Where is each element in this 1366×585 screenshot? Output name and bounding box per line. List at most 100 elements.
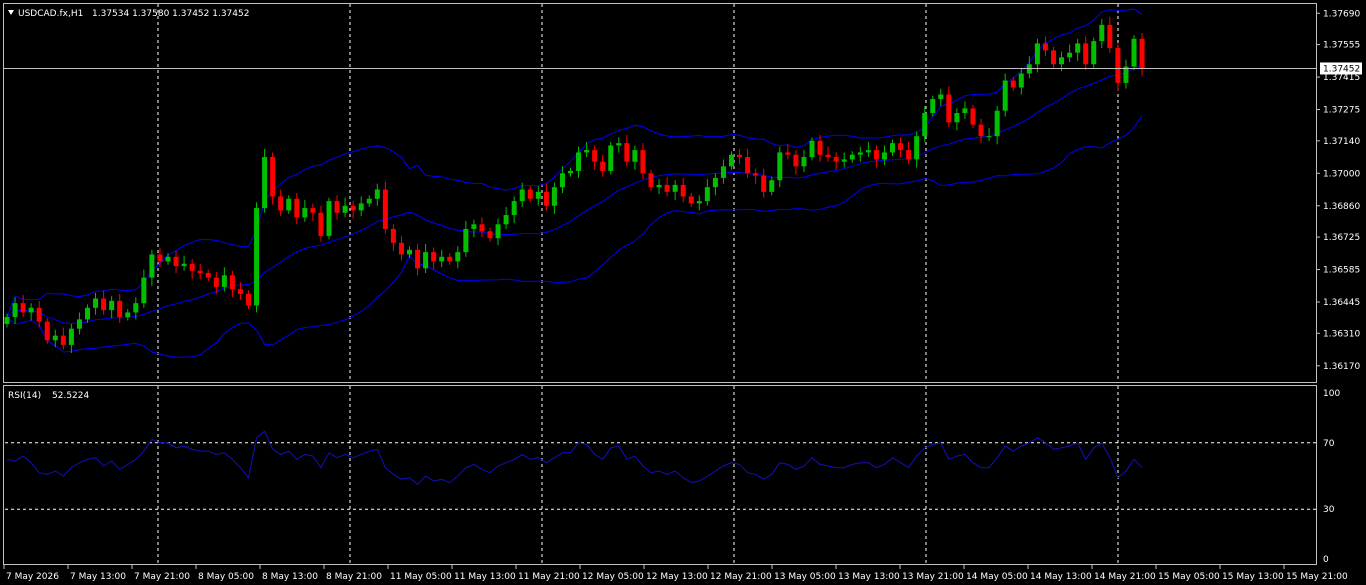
candle-body bbox=[431, 252, 437, 262]
candle-body bbox=[439, 256, 445, 262]
candle-body bbox=[334, 201, 340, 213]
candle-body bbox=[60, 335, 66, 345]
candle-body bbox=[511, 201, 517, 216]
candle-body bbox=[745, 157, 751, 174]
price-tick-label: 1.37000 bbox=[1323, 169, 1360, 179]
candle-body bbox=[407, 249, 412, 255]
candle-body bbox=[664, 184, 670, 192]
candle-body bbox=[559, 173, 565, 188]
time-tick-label: 15 May 13:00 bbox=[1222, 572, 1284, 582]
candle-body bbox=[922, 112, 928, 137]
candle-body bbox=[576, 152, 582, 171]
candle-body bbox=[688, 196, 694, 204]
candle-body bbox=[117, 300, 123, 318]
rsi-tick-label: 0 bbox=[1323, 555, 1329, 565]
candle-body bbox=[262, 157, 268, 209]
time-tick-label: 12 May 21:00 bbox=[710, 572, 772, 582]
candle-body bbox=[841, 159, 847, 162]
candle-body bbox=[898, 143, 904, 151]
candle-body bbox=[1139, 38, 1145, 69]
candle-body bbox=[592, 150, 598, 162]
candle-body bbox=[181, 263, 187, 267]
candle-body bbox=[648, 173, 654, 188]
time-tick-label: 14 May 13:00 bbox=[1030, 572, 1092, 582]
rsi-tick-label: 100 bbox=[1323, 389, 1340, 399]
candle-body bbox=[133, 303, 139, 313]
candle-body bbox=[1010, 80, 1016, 88]
candle-body bbox=[36, 307, 42, 322]
candle-body bbox=[165, 256, 171, 262]
candle-body bbox=[712, 177, 718, 188]
candle-body bbox=[286, 198, 292, 211]
candle-body bbox=[551, 187, 557, 206]
candle bbox=[1131, 35, 1137, 71]
time-tick-label: 7 May 13:00 bbox=[70, 572, 126, 582]
candle-body bbox=[978, 124, 984, 137]
chart-ohlc: 1.37534 1.37580 1.37452 1.37452 bbox=[92, 9, 249, 19]
candle-body bbox=[52, 335, 58, 341]
candle-body bbox=[246, 293, 251, 306]
time-tick-label: 8 May 05:00 bbox=[198, 572, 254, 582]
candle-body bbox=[423, 252, 429, 269]
candle-body bbox=[342, 205, 348, 213]
candle-body bbox=[28, 307, 34, 313]
candle-body bbox=[535, 191, 541, 199]
candle-body bbox=[398, 242, 404, 255]
candle-body bbox=[881, 152, 887, 160]
candle-body bbox=[672, 184, 678, 192]
candle-body bbox=[568, 170, 573, 174]
candle-body bbox=[873, 150, 879, 160]
candle-body bbox=[495, 224, 501, 239]
time-tick-label: 14 May 21:00 bbox=[1094, 572, 1156, 582]
candle-body bbox=[237, 289, 243, 294]
rsi-tick-label: 70 bbox=[1323, 439, 1335, 449]
time-tick-label: 8 May 21:00 bbox=[326, 572, 382, 582]
candle-body bbox=[680, 184, 686, 197]
candle-body bbox=[318, 212, 324, 236]
candle-body bbox=[141, 277, 147, 304]
candle-body bbox=[374, 189, 380, 199]
candle bbox=[262, 148, 268, 213]
price-tick-label: 1.37140 bbox=[1323, 137, 1360, 147]
candle-body bbox=[914, 136, 920, 160]
candle-body bbox=[20, 303, 26, 313]
candle-body bbox=[294, 198, 300, 218]
candle-body bbox=[85, 307, 90, 320]
candle-body bbox=[1091, 41, 1097, 65]
candle-body bbox=[68, 328, 74, 345]
candle-body bbox=[632, 150, 638, 162]
time-tick-label: 11 May 21:00 bbox=[518, 572, 580, 582]
candle-body bbox=[696, 201, 702, 204]
candle-body bbox=[769, 180, 775, 192]
candle-body bbox=[213, 277, 219, 287]
price-tick-label: 1.36170 bbox=[1323, 362, 1360, 372]
candle-body bbox=[825, 154, 831, 158]
candle-body bbox=[954, 112, 960, 123]
candle-body bbox=[986, 136, 992, 138]
candle-body bbox=[1067, 52, 1073, 58]
candle-body bbox=[101, 298, 107, 311]
rsi-value: 52.5224 bbox=[52, 391, 89, 401]
candle-body bbox=[463, 228, 469, 253]
price-tick-label: 1.36860 bbox=[1323, 202, 1360, 212]
candle-body bbox=[857, 152, 863, 155]
candle-body bbox=[1059, 57, 1065, 65]
candle-body bbox=[326, 201, 332, 236]
candle-body bbox=[1107, 24, 1113, 49]
candle-body bbox=[447, 256, 453, 262]
candle-body bbox=[197, 270, 203, 274]
candle-body bbox=[1018, 73, 1024, 88]
candle-body bbox=[503, 215, 509, 225]
candle bbox=[608, 141, 614, 175]
chart-canvas: 1.37690 1.37555 1.37415 1.37275 1.37140 1.370… bbox=[0, 0, 1366, 585]
candle-body bbox=[801, 157, 807, 167]
price-tick-label: 1.37690 bbox=[1323, 9, 1360, 19]
candle-body bbox=[753, 173, 759, 176]
time-tick-label: 7 May 2026 bbox=[6, 572, 59, 582]
candle-body bbox=[527, 189, 533, 199]
price-tick-label: 1.36445 bbox=[1323, 298, 1360, 308]
candle-body bbox=[849, 154, 855, 160]
time-tick-label: 13 May 21:00 bbox=[902, 572, 964, 582]
price-tick-label: 1.36585 bbox=[1323, 266, 1360, 276]
candle-body bbox=[479, 224, 485, 232]
